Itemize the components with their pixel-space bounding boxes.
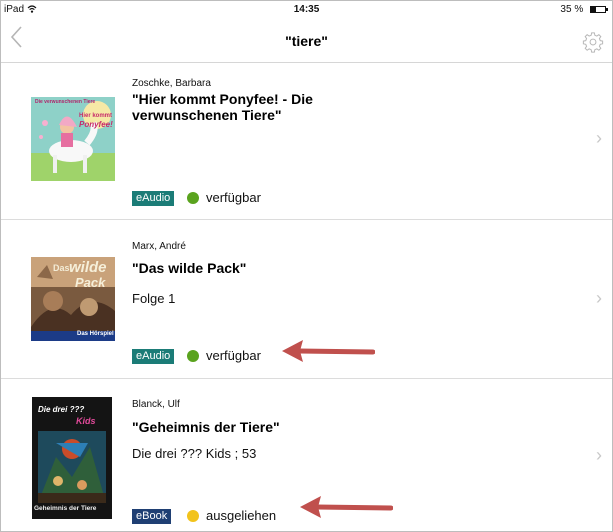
availability-dot	[187, 350, 199, 362]
cover-text: Die drei ???	[38, 405, 85, 414]
cover-text: Pack	[75, 275, 106, 290]
battery-icon	[590, 6, 608, 13]
cover-text: Das	[53, 263, 70, 273]
chevron-right-icon: ›	[596, 445, 602, 465]
cover-text: Hier kommt	[79, 113, 113, 119]
page-title: "tiere"	[285, 33, 328, 49]
cover-text: Die verwunschenen Tiere	[35, 99, 96, 105]
app-window: iPad 14:35 35 % "tiere" Die verwunschene…	[0, 0, 613, 532]
chevron-right-icon: ›	[596, 288, 602, 308]
availability-status: verfügbar	[206, 348, 261, 363]
cover-text: wilde	[69, 259, 107, 276]
media-type-badge: eBook	[132, 509, 172, 524]
item-title: "Das wilde Pack"	[132, 260, 247, 276]
gear-icon[interactable]	[582, 31, 604, 53]
item-title: "Hier kommt Ponyfee! - Die verwunschenen…	[132, 91, 313, 123]
cover-image: Die drei ??? Kids Geheimnis der Tiere	[32, 397, 112, 519]
navigation-bar: "tiere"	[1, 19, 612, 63]
media-type-badge: eAudio	[132, 191, 175, 206]
availability-status: ausgeliehen	[206, 508, 277, 523]
status-time: 14:35	[293, 4, 320, 15]
media-type-badge: eAudio	[132, 349, 175, 364]
cover-text: Ponyfee!	[79, 120, 113, 129]
availability-dot	[187, 510, 199, 522]
availability-status: verfügbar	[206, 190, 261, 205]
availability-dot	[187, 192, 199, 204]
item-subtitle: Folge 1	[132, 291, 176, 306]
battery-percent: 35 %	[560, 4, 584, 15]
cover-text: Das Hörspiel	[77, 331, 114, 337]
cover-image: Das wilde Pack Das Hörspiel	[31, 257, 115, 341]
cover-text: Kids	[76, 416, 96, 426]
result-item[interactable]: Die verwunschenen Tiere Hier kommt Ponyf…	[1, 64, 612, 220]
author: Marx, André	[132, 241, 186, 252]
item-subtitle: Die drei ??? Kids ; 53	[132, 446, 257, 461]
cover-text: Geheimnis der Tiere	[34, 505, 97, 512]
cover-image: Die verwunschenen Tiere Hier kommt Ponyf…	[31, 97, 115, 181]
author: Zoschke, Barbara	[132, 78, 211, 89]
author: Blanck, Ulf	[132, 399, 180, 410]
annotation-arrow-icon	[282, 340, 375, 362]
annotation-arrow-icon	[300, 496, 393, 518]
battery-indicator: 35 %	[560, 4, 608, 15]
status-bar: iPad 14:35 35 %	[1, 1, 612, 19]
chevron-right-icon: ›	[596, 128, 602, 148]
item-title: "Geheimnis der Tiere"	[132, 419, 280, 435]
